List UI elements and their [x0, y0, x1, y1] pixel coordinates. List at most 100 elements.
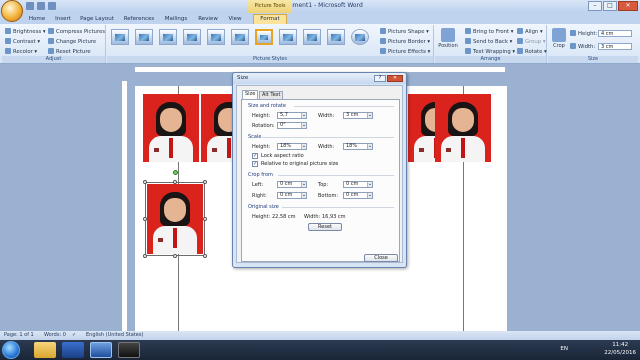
close-button[interactable]: Close [364, 254, 398, 262]
tab-size[interactable]: Size [242, 90, 259, 99]
bluetooth-icon[interactable] [62, 342, 84, 358]
tab-page-layout[interactable]: Page Layout [79, 14, 115, 24]
picture-style-thumb[interactable] [111, 29, 129, 45]
media-app-icon[interactable] [118, 342, 140, 358]
picture-border-icon [380, 38, 386, 44]
width-field[interactable]: 3 cm ▴ [343, 112, 373, 119]
picture-style-thumb[interactable] [135, 29, 153, 45]
group-icon [517, 38, 523, 44]
bring-to-front-button[interactable]: Bring to Front ▾ [465, 28, 513, 36]
rotate-button[interactable]: Rotate ▾ [517, 48, 547, 56]
language-indicator[interactable]: EN [560, 346, 568, 352]
language-status[interactable]: English (United States) [86, 331, 143, 340]
resize-handle[interactable] [173, 254, 177, 258]
arrange-group-label: Arrange [435, 56, 546, 63]
rotation-field[interactable]: 0° ▴ [277, 122, 307, 129]
divider [294, 106, 394, 107]
picture-style-thumb-selected[interactable] [255, 29, 273, 45]
maximize-button[interactable]: □ [603, 1, 617, 11]
dialog-help-button[interactable]: ? [374, 75, 386, 82]
dialog-close-x-button[interactable]: ✕ [387, 75, 403, 82]
resize-handle[interactable] [203, 254, 207, 258]
window-title: Document1 - Microsoft Word [277, 2, 363, 9]
height-spinner[interactable]: 4 cm [598, 30, 632, 37]
proofing-icon[interactable]: ✓ [72, 331, 76, 340]
tab-home[interactable]: Home [26, 14, 48, 24]
word-app-icon[interactable] [90, 342, 112, 358]
brightness-button[interactable]: Brightness ▾ [5, 28, 46, 36]
group-button[interactable]: Group ▾ [517, 38, 545, 46]
rotation-handle[interactable] [173, 170, 178, 175]
picture-style-thumb[interactable] [327, 29, 345, 45]
crop-right-field[interactable]: 0 cm ▴ [277, 192, 307, 199]
compress-pictures-button[interactable]: Compress Pictures [48, 28, 105, 36]
recolor-button[interactable]: Recolor ▾ [5, 48, 37, 56]
resize-handle[interactable] [143, 217, 147, 221]
reset-picture-button[interactable]: Reset Picture [48, 48, 91, 56]
relative-size-checkbox[interactable]: ✓ [252, 161, 258, 167]
tab-format[interactable]: Format [253, 14, 287, 24]
position-button[interactable]: Position [437, 28, 459, 49]
picture-style-thumb[interactable] [303, 29, 321, 45]
crop-top-field[interactable]: 0 cm ▴ [343, 181, 373, 188]
resize-handle[interactable] [173, 180, 177, 184]
window-controls: – □ ✕ [588, 1, 638, 11]
tab-alt-text[interactable]: Alt Text [259, 91, 284, 99]
adjust-group: Brightness ▾ Contrast ▾ Recolor ▾ Compre… [2, 25, 106, 63]
picture-border-button[interactable]: Picture Border ▾ [380, 38, 430, 46]
picture-effects-button[interactable]: Picture Effects ▾ [380, 48, 430, 56]
picture-shape-button[interactable]: Picture Shape ▾ [380, 28, 429, 36]
send-to-back-button[interactable]: Send to Back ▾ [465, 38, 512, 46]
lock-aspect-checkbox[interactable]: ✓ [252, 153, 258, 159]
picture-tools-label: Picture Tools [248, 0, 292, 13]
resize-handle[interactable] [203, 180, 207, 184]
crop-bottom-label: Bottom: [318, 193, 339, 199]
position-icon [441, 28, 455, 42]
width-spinner[interactable]: 3 cm [598, 43, 632, 50]
tab-view[interactable]: View [225, 14, 245, 24]
original-size-heading: Original size [248, 204, 279, 210]
change-picture-button[interactable]: Change Picture [48, 38, 96, 46]
selection-frame [145, 182, 205, 256]
scale-width-field[interactable]: 18% ▴ [343, 143, 373, 150]
vertical-ruler[interactable] [121, 80, 128, 335]
orig-height-value: 22,58 cm [272, 214, 296, 220]
file-explorer-icon[interactable] [34, 342, 56, 358]
text-wrapping-button[interactable]: Text Wrapping ▾ [465, 48, 515, 56]
tab-review[interactable]: Review [196, 14, 220, 24]
picture-style-thumb[interactable] [231, 29, 249, 45]
close-button[interactable]: ✕ [618, 1, 638, 11]
contrast-button[interactable]: Contrast ▾ [5, 38, 40, 46]
size-and-rotate-heading: Size and rotate [248, 103, 286, 109]
scale-height-field[interactable]: 18% ▴ [277, 143, 307, 150]
height-field[interactable]: 5,7 ▴ [277, 112, 307, 119]
resize-handle[interactable] [203, 217, 207, 221]
minimize-button[interactable]: – [588, 1, 602, 11]
reset-button[interactable]: Reset [308, 223, 342, 231]
recolor-icon [5, 48, 11, 54]
windows-start-icon[interactable] [2, 341, 20, 359]
tab-references[interactable]: References [121, 14, 157, 24]
student-photo[interactable] [435, 94, 491, 162]
picture-style-thumb[interactable] [183, 29, 201, 45]
picture-style-thumb[interactable] [159, 29, 177, 45]
clock[interactable]: 11:42 22/05/2016 [604, 341, 636, 357]
tab-mailings[interactable]: Mailings [161, 14, 191, 24]
crop-button[interactable]: Crop [550, 28, 568, 49]
crop-left-field[interactable]: 0 cm ▴ [277, 181, 307, 188]
student-photo[interactable] [143, 94, 199, 162]
picture-style-thumb[interactable] [351, 29, 369, 45]
page-count[interactable]: Page: 1 of 1 [4, 331, 34, 340]
word-count[interactable]: Words: 0 [44, 331, 66, 340]
crop-bottom-field[interactable]: 0 cm ▴ [343, 192, 373, 199]
tab-insert[interactable]: Insert [52, 14, 74, 24]
office-button[interactable] [1, 0, 23, 22]
align-button[interactable]: Align ▾ [517, 28, 543, 36]
lock-aspect-label: Lock aspect ratio [261, 153, 304, 159]
resize-handle[interactable] [143, 180, 147, 184]
width-icon [570, 43, 576, 49]
picture-shape-icon [380, 28, 386, 34]
picture-style-thumb[interactable] [207, 29, 225, 45]
resize-handle[interactable] [143, 254, 147, 258]
picture-style-thumb[interactable] [279, 29, 297, 45]
